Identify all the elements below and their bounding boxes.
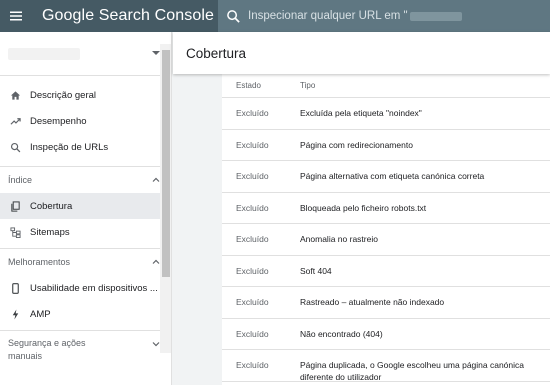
cell-type: Página com redirecionamento (300, 139, 413, 150)
cell-state: Excluído (236, 265, 269, 276)
search-icon (0, 142, 30, 153)
cell-type: Rastreado – atualmente não indexado (300, 297, 445, 308)
home-icon (0, 90, 30, 101)
section-index-header[interactable]: Índice (0, 167, 171, 193)
cell-type: Anomalia no rastreio (300, 234, 378, 245)
page-title: Cobertura (186, 46, 247, 61)
mobile-icon (0, 282, 30, 294)
table-row[interactable]: Excluído Soft 404 (222, 256, 550, 287)
cell-state: Excluído (236, 139, 269, 150)
dropdown-caret-icon (152, 51, 160, 55)
cell-state: Excluído (236, 328, 269, 339)
app-logo[interactable]: Google Search Console (42, 7, 214, 25)
cell-state: Excluído (236, 297, 269, 308)
bolt-icon (0, 308, 30, 320)
cell-type: Soft 404 (300, 265, 332, 276)
sidebar-item-sitemaps[interactable]: Sitemaps (0, 219, 171, 245)
sidebar-item-label: Inspeção de URLs (30, 141, 109, 153)
menu-icon[interactable] (0, 0, 32, 32)
section-title: Melhoramentos (8, 257, 71, 267)
sidebar-scrollbar-thumb[interactable] (162, 50, 170, 277)
cell-type: Excluída pela etiqueta "noindex" (300, 108, 422, 119)
column-header-state[interactable]: Estado (222, 81, 300, 90)
sidebar-item-label: Cobertura (30, 200, 73, 212)
cell-type: Página duplicada, o Google escolheu uma … (300, 360, 524, 382)
table-row[interactable]: Excluído Página alternativa com etiqueta… (222, 161, 550, 193)
cell-state: Excluído (236, 171, 269, 182)
section-title: Índice (8, 175, 33, 185)
property-selector[interactable] (0, 32, 171, 76)
table-row[interactable]: Excluído Página com redirecionamento (222, 130, 550, 161)
coverage-icon (0, 200, 30, 212)
sidebar-item-overview[interactable]: Descrição geral (0, 82, 171, 108)
sidebar-item-label: Descrição geral (30, 89, 96, 101)
url-inspection-search[interactable]: Inspecionar qualquer URL em " (218, 0, 550, 32)
section-security-header[interactable]: Segurança e ações manuais (0, 331, 171, 369)
table-row[interactable]: Excluído Excluída pela etiqueta "noindex… (222, 98, 550, 130)
table-row[interactable]: Excluído Página duplicada, o Google esco… (222, 350, 550, 382)
cell-state: Excluído (236, 108, 269, 119)
sidebar-item-coverage[interactable]: Cobertura (0, 193, 171, 219)
cell-state: Excluído (236, 234, 269, 245)
sidebar-item-label: Desempenho (30, 115, 87, 127)
section-title: Segurança e ações manuais (8, 338, 86, 361)
cell-type: Página alternativa com etiqueta canónica… (300, 171, 485, 182)
main-content: Estado Tipo Excluído Excluída pela etiqu… (173, 74, 550, 385)
cell-state: Excluído (236, 360, 269, 370)
table-header: Estado Tipo (222, 74, 550, 98)
sidebar-item-label: Sitemaps (30, 226, 70, 238)
sidebar: Descrição geral Desempenho Inspeção de U… (0, 32, 172, 385)
table-row[interactable]: Excluído Bloqueada pelo ficheiro robots.… (222, 193, 550, 224)
page-header: Cobertura (173, 32, 550, 74)
table-row[interactable]: Excluído Rastreado – atualmente não inde… (222, 287, 550, 319)
table-row[interactable]: Excluído Não encontrado (404) (222, 319, 550, 350)
search-input[interactable]: Inspecionar qualquer URL em " (248, 10, 408, 22)
sidebar-item-label: Usabilidade em dispositivos ... (30, 282, 158, 294)
sidebar-item-amp[interactable]: AMP (0, 301, 171, 327)
search-icon (218, 9, 248, 24)
top-app-bar: Google Search Console Inspecionar qualqu… (0, 0, 550, 32)
cell-state: Excluído (236, 202, 269, 213)
table-row[interactable]: Excluído Anomalia no rastreio (222, 224, 550, 256)
sidebar-item-label: AMP (30, 308, 51, 320)
section-enhancements-header[interactable]: Melhoramentos (0, 249, 171, 275)
column-header-type[interactable]: Tipo (300, 81, 550, 90)
details-table: Estado Tipo Excluído Excluída pela etiqu… (222, 74, 550, 385)
trending-up-icon (0, 116, 30, 127)
sidebar-item-mobile-usability[interactable]: Usabilidade em dispositivos ... (0, 275, 171, 301)
sidebar-item-url-inspection[interactable]: Inspeção de URLs (0, 134, 171, 160)
redacted-domain (409, 11, 462, 21)
cell-type: Bloqueada pelo ficheiro robots.txt (300, 202, 427, 213)
sidebar-item-performance[interactable]: Desempenho (0, 108, 171, 134)
sitemap-icon (0, 226, 30, 238)
redacted-property (8, 48, 80, 60)
cell-type: Não encontrado (404) (300, 328, 383, 339)
